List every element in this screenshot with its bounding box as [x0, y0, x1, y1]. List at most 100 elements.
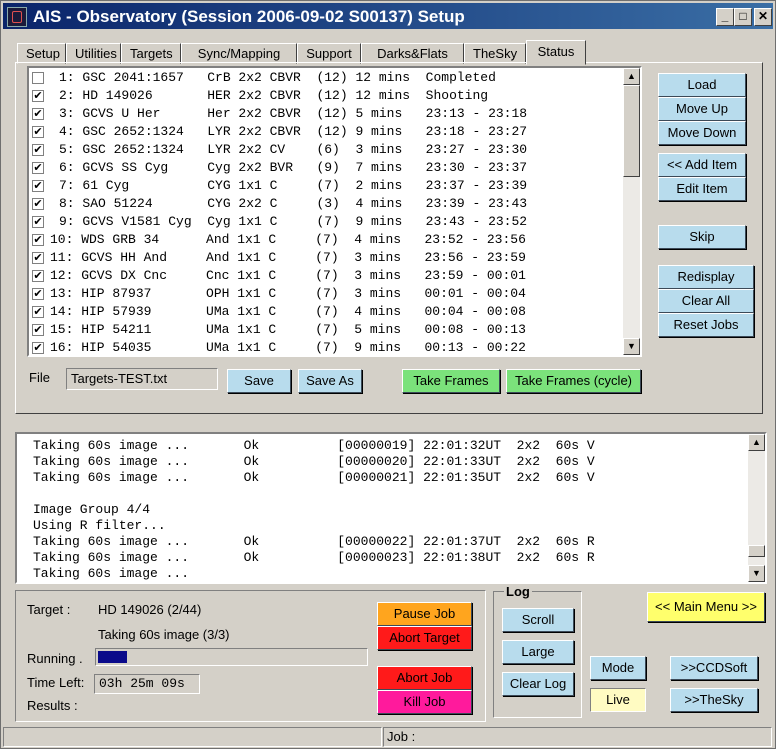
target-checkbox[interactable]: ✔ [32, 216, 44, 228]
target-label: Target : [27, 602, 71, 617]
target-row-text: 7: 61 Cyg CYG 1x1 C (7) 2 mins 23:37 - 2… [59, 178, 528, 193]
target-checkbox[interactable]: ✔ [32, 234, 44, 246]
target-checkbox[interactable]: ✔ [32, 126, 44, 138]
target-checkbox[interactable]: ✔ [32, 144, 44, 156]
log-line: Using R filter... [33, 518, 166, 533]
target-row-text: 14: HIP 57939 UMa 1x1 C (7) 4 mins 00:04… [50, 304, 526, 319]
target-row-text: 6: GCVS SS Cyg Cyg 2x2 BVR (9) 7 mins 23… [59, 160, 528, 175]
target-row[interactable]: ✔ 10: WDS GRB 34 And 1x1 C (7) 4 mins 23:… [29, 231, 619, 249]
tab-support[interactable]: Support [297, 43, 361, 64]
move-down-button[interactable]: Move Down [658, 121, 746, 145]
target-row[interactable]: ✔ 13: HIP 87937 OPH 1x1 C (7) 3 mins 00:0… [29, 285, 619, 303]
log-line: Taking 60s image ... Ok [00000022] 22:01… [33, 534, 595, 549]
file-label: File [29, 370, 50, 385]
main-menu-button[interactable]: << Main Menu >> [647, 592, 765, 622]
clear-log-button[interactable]: Clear Log [502, 672, 574, 696]
target-checkbox[interactable]: ✔ [32, 252, 44, 264]
log-scroll-down-icon[interactable]: ▼ [748, 565, 765, 582]
tab-status[interactable]: Status [526, 40, 586, 65]
target-checkbox[interactable]: ✔ [32, 90, 44, 102]
target-list-scrollbar[interactable]: ▲ ▼ [623, 68, 640, 355]
log-output[interactable]: ▲ ▼ Taking 60s image ... Ok [00000019] 2… [15, 432, 767, 584]
target-row-text: 10: WDS GRB 34 And 1x1 C (7) 4 mins 23:5… [50, 232, 526, 247]
log-scroll-up-icon[interactable]: ▲ [748, 434, 765, 451]
edit-item-button[interactable]: Edit Item [658, 177, 746, 201]
tab-darks-flats[interactable]: Darks&Flats [361, 43, 464, 64]
abort-job-button[interactable]: Abort Job [377, 666, 472, 690]
target-row[interactable]: ✔ 7: 61 Cyg CYG 1x1 C (7) 2 mins 23:37 - … [29, 177, 619, 195]
target-checkbox[interactable]: ✔ [32, 162, 44, 174]
save-as-button[interactable]: Save As [298, 369, 362, 393]
redisplay-button[interactable]: Redisplay [658, 265, 754, 289]
target-row-text: 11: GCVS HH And And 1x1 C (7) 3 mins 23:… [50, 250, 526, 265]
target-row[interactable]: ✔ 2: HD 149026 HER 2x2 CBVR (12) 12 mins … [29, 87, 619, 105]
target-row[interactable]: ✔ 3: GCVS U Her Her 2x2 CBVR (12) 5 mins … [29, 105, 619, 123]
time-left-field: 03h 25m 09s [94, 674, 200, 694]
target-row[interactable]: ✔ 5: GSC 2652:1324 LYR 2x2 CV (6) 3 mins … [29, 141, 619, 159]
take-frames-cycle-button[interactable]: Take Frames (cycle) [506, 369, 641, 393]
minimize-button[interactable]: _ [716, 8, 734, 26]
target-checkbox[interactable]: ✔ [32, 270, 44, 282]
target-row-text: 4: GSC 2652:1324 LYR 2x2 CBVR (12) 9 min… [59, 124, 528, 139]
scroll-down-icon[interactable]: ▼ [623, 338, 640, 355]
target-row[interactable]: ✔ 4: GSC 2652:1324 LYR 2x2 CBVR (12) 9 mi… [29, 123, 619, 141]
maximize-button[interactable]: □ [734, 8, 752, 26]
scroll-thumb[interactable] [623, 85, 640, 177]
target-row[interactable]: ✔ 11: GCVS HH And And 1x1 C (7) 3 mins 23… [29, 249, 619, 267]
target-row-text: 5: GSC 2652:1324 LYR 2x2 CV (6) 3 mins 2… [59, 142, 528, 157]
target-checkbox[interactable]: ✔ [32, 342, 44, 354]
scroll-up-icon[interactable]: ▲ [623, 68, 640, 85]
results-label: Results : [27, 698, 78, 713]
mode-button[interactable]: Mode [590, 656, 646, 680]
tab-targets[interactable]: Targets [121, 43, 181, 64]
thesky-button[interactable]: >>TheSky [670, 688, 758, 712]
log-line: Image Group 4/4 [33, 502, 151, 517]
load-button[interactable]: Load [658, 73, 746, 97]
target-row[interactable]: ✔ 16: HIP 54035 UMa 1x1 C (7) 9 mins 00:1… [29, 339, 619, 355]
log-scrollbar[interactable]: ▲ ▼ [748, 434, 765, 582]
main-window: AIS - Observatory (Session 2006-09-02 S0… [0, 0, 776, 749]
target-row[interactable]: ✔ 12: GCVS DX Cnc Cnc 1x1 C (7) 3 mins 23… [29, 267, 619, 285]
target-row[interactable]: ✔ 9: GCVS V1581 Cyg Cyg 1x1 C (7) 9 mins … [29, 213, 619, 231]
target-checkbox[interactable]: ✔ [32, 180, 44, 192]
take-frames-button[interactable]: Take Frames [402, 369, 500, 393]
reset-jobs-button[interactable]: Reset Jobs [658, 313, 754, 337]
move-up-button[interactable]: Move Up [658, 97, 746, 121]
job-status-pane: Job : [383, 727, 772, 747]
ccdsoft-button[interactable]: >>CCDSoft [670, 656, 758, 680]
tab-thesky[interactable]: TheSky [464, 43, 526, 64]
kill-job-button[interactable]: Kill Job [377, 690, 472, 714]
title-bar[interactable]: AIS - Observatory (Session 2006-09-02 S0… [3, 3, 773, 29]
live-indicator: Live [590, 688, 646, 712]
log-scroll-thumb[interactable] [748, 545, 765, 557]
target-checkbox[interactable]: ✔ [32, 306, 44, 318]
target-row-text: 9: GCVS V1581 Cyg Cyg 1x1 C (7) 9 mins 2… [59, 214, 528, 229]
tab-sync-mapping[interactable]: Sync/Mapping [181, 43, 297, 64]
add-item-button[interactable]: << Add Item [658, 153, 746, 177]
target-list[interactable]: ▲ ▼ 1: GSC 2041:1657 CrB 2x2 CBVR (12) 1… [27, 66, 642, 357]
target-row[interactable]: 1: GSC 2041:1657 CrB 2x2 CBVR (12) 12 mi… [29, 69, 619, 87]
target-checkbox[interactable]: ✔ [32, 288, 44, 300]
target-checkbox[interactable] [32, 72, 44, 84]
target-checkbox[interactable]: ✔ [32, 108, 44, 120]
tab-utilities[interactable]: Utilities [66, 43, 121, 64]
target-row-text: 13: HIP 87937 OPH 1x1 C (7) 3 mins 00:01… [50, 286, 526, 301]
skip-button[interactable]: Skip [658, 225, 746, 249]
target-row[interactable]: ✔ 6: GCVS SS Cyg Cyg 2x2 BVR (9) 7 mins 2… [29, 159, 619, 177]
target-checkbox[interactable]: ✔ [32, 324, 44, 336]
target-row-text: 16: HIP 54035 UMa 1x1 C (7) 9 mins 00:13… [50, 340, 526, 355]
abort-target-button[interactable]: Abort Target [377, 626, 472, 650]
pause-job-button[interactable]: Pause Job [377, 602, 472, 626]
file-field[interactable]: Targets-TEST.txt [66, 368, 218, 390]
target-checkbox[interactable]: ✔ [32, 198, 44, 210]
target-row-text: 12: GCVS DX Cnc Cnc 1x1 C (7) 3 mins 23:… [50, 268, 526, 283]
target-row[interactable]: ✔ 14: HIP 57939 UMa 1x1 C (7) 4 mins 00:0… [29, 303, 619, 321]
close-button[interactable]: ✕ [754, 8, 772, 26]
tab-setup[interactable]: Setup [17, 43, 66, 64]
target-row[interactable]: ✔ 8: SAO 51224 CYG 2x2 C (3) 4 mins 23:39… [29, 195, 619, 213]
large-button[interactable]: Large [502, 640, 574, 664]
scroll-button[interactable]: Scroll [502, 608, 574, 632]
target-row[interactable]: ✔ 15: HIP 54211 UMa 1x1 C (7) 5 mins 00:0… [29, 321, 619, 339]
save-button[interactable]: Save [227, 369, 291, 393]
clear-all-button[interactable]: Clear All [658, 289, 754, 313]
